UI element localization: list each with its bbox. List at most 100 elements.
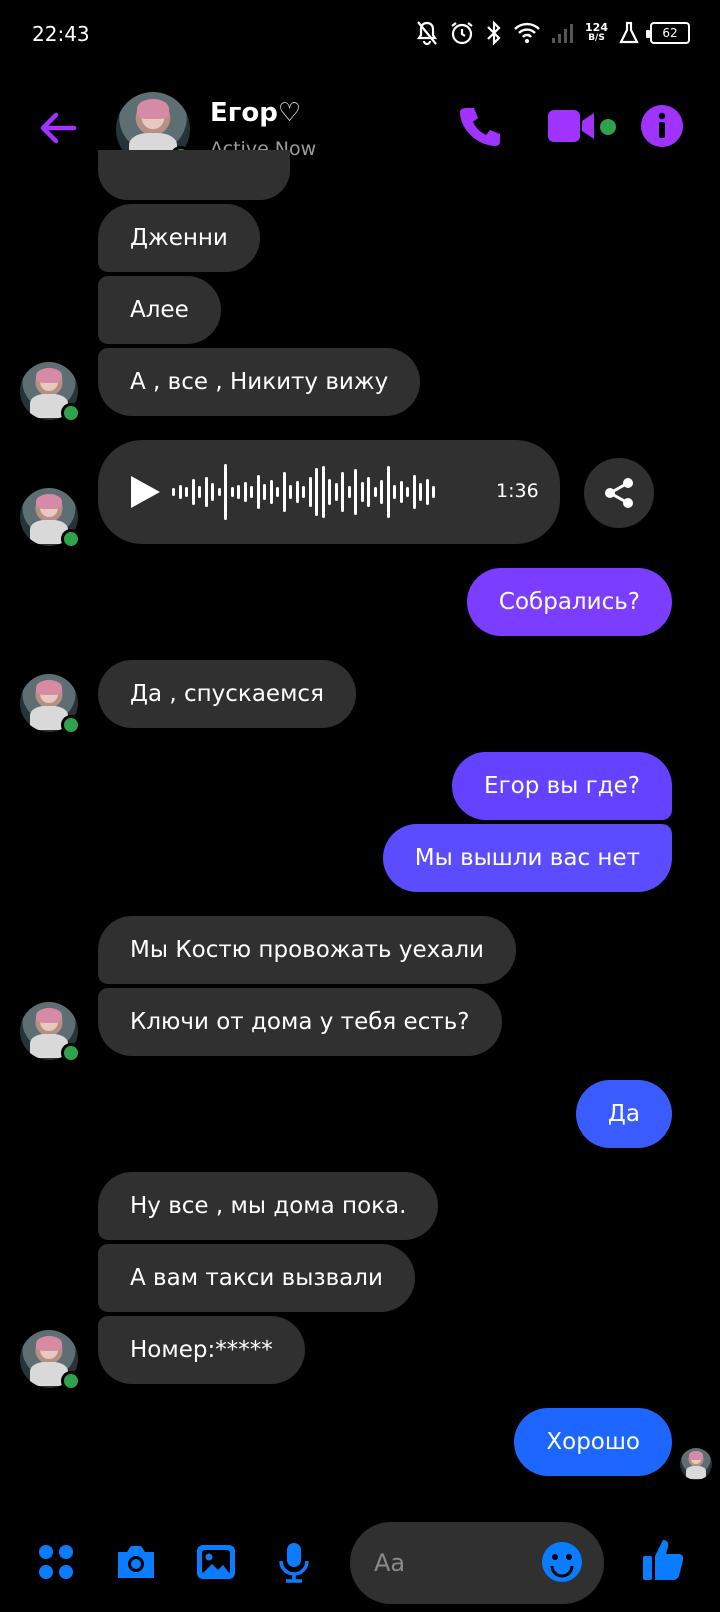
sender-avatar[interactable] bbox=[20, 1002, 81, 1063]
waveform-bar bbox=[406, 487, 409, 497]
waveform-bar bbox=[224, 464, 227, 520]
voice-waveform bbox=[172, 462, 482, 522]
message-outgoing[interactable]: Да bbox=[575, 1080, 672, 1148]
avatar-image bbox=[680, 1448, 712, 1480]
online-indicator bbox=[61, 1371, 81, 1391]
message-incoming[interactable]: Ключи от дома у тебя есть? bbox=[98, 988, 502, 1056]
apps-button[interactable] bbox=[34, 1540, 78, 1584]
microphone-icon bbox=[279, 1543, 309, 1583]
emoji-icon bbox=[542, 1542, 582, 1582]
message-incoming[interactable]: Дженни bbox=[98, 204, 260, 272]
video-online-dot bbox=[600, 119, 616, 135]
share-button[interactable] bbox=[584, 458, 654, 528]
message-incoming[interactable]: Да , спускаемся bbox=[98, 660, 356, 728]
waveform-bar bbox=[204, 477, 208, 507]
voice-message[interactable]: 1:36 bbox=[98, 440, 560, 544]
message-bubble-partial bbox=[98, 150, 290, 200]
like-button[interactable] bbox=[640, 1536, 688, 1584]
waveform-bar bbox=[295, 481, 299, 503]
waveform-bar bbox=[393, 485, 396, 499]
thumbs-up-icon bbox=[643, 1540, 684, 1580]
status-icons: 124 B/S 62 bbox=[415, 20, 690, 46]
waveform-bar bbox=[256, 475, 260, 509]
waveform-bar bbox=[412, 475, 416, 509]
microphone-button[interactable] bbox=[272, 1540, 316, 1584]
lab-icon bbox=[618, 21, 640, 45]
waveform-bar bbox=[302, 486, 305, 498]
waveform-bar bbox=[237, 485, 240, 499]
sender-avatar[interactable] bbox=[20, 362, 81, 423]
message-outgoing[interactable]: Мы вышли вас нет bbox=[382, 824, 672, 892]
message-outgoing[interactable]: Собрались? bbox=[466, 568, 672, 636]
net-speed: 124 B/S bbox=[585, 22, 608, 44]
waveform-bar bbox=[289, 485, 292, 499]
voice-duration: 1:36 bbox=[496, 480, 539, 502]
video-call-button[interactable] bbox=[546, 106, 598, 146]
status-time: 22:43 bbox=[32, 22, 90, 46]
waveform-bar bbox=[354, 469, 357, 515]
info-icon bbox=[641, 105, 683, 147]
online-indicator bbox=[61, 715, 81, 735]
waveform-bar bbox=[328, 479, 331, 505]
online-indicator bbox=[61, 403, 81, 423]
waveform-bar bbox=[367, 477, 370, 507]
battery-level: 62 bbox=[662, 26, 678, 40]
waveform-bar bbox=[250, 486, 253, 498]
net-speed-unit: B/S bbox=[588, 33, 605, 43]
waveform-bar bbox=[347, 486, 351, 498]
message-outgoing[interactable]: Егор вы где? bbox=[452, 752, 672, 820]
info-button[interactable] bbox=[640, 104, 684, 148]
waveform-bar bbox=[178, 485, 182, 499]
camera-button[interactable] bbox=[114, 1540, 158, 1584]
camera-icon bbox=[118, 1546, 154, 1578]
waveform-bar bbox=[432, 486, 435, 498]
message-incoming[interactable]: Ну все , мы дома пока. bbox=[98, 1172, 439, 1240]
contact-name[interactable]: Егор♡ bbox=[210, 98, 301, 128]
message-incoming[interactable]: А , все , Никиту вижу bbox=[98, 348, 421, 416]
play-button[interactable] bbox=[128, 474, 162, 514]
waveform-bar bbox=[185, 487, 188, 497]
waveform-bar bbox=[217, 488, 221, 496]
message-incoming[interactable]: А вам такси вызвали bbox=[98, 1244, 415, 1312]
seen-receipt-avatar bbox=[680, 1448, 712, 1480]
message-incoming[interactable]: Алее bbox=[98, 276, 221, 344]
waveform-bar bbox=[380, 480, 383, 504]
bluetooth-icon bbox=[485, 20, 503, 46]
share-icon bbox=[605, 478, 633, 508]
waveform-bar bbox=[373, 487, 377, 497]
waveform-bar bbox=[230, 487, 234, 497]
alarm-icon bbox=[449, 20, 475, 46]
waveform-bar bbox=[321, 466, 325, 518]
waveform-bar bbox=[315, 468, 318, 516]
message-outgoing[interactable]: Хорошо bbox=[514, 1408, 672, 1476]
waveform-bar bbox=[211, 483, 214, 501]
message-composer bbox=[0, 1520, 720, 1612]
online-indicator bbox=[61, 529, 81, 549]
gallery-button[interactable] bbox=[194, 1540, 238, 1584]
message-incoming[interactable]: Номер:***** bbox=[98, 1316, 305, 1384]
waveform-bar bbox=[419, 483, 422, 501]
message-incoming[interactable]: Мы Костю провожать уехали bbox=[98, 916, 516, 984]
waveform-bar bbox=[399, 481, 403, 503]
waveform-bar bbox=[308, 477, 312, 507]
waveform-bar bbox=[334, 483, 338, 501]
bell-off-icon bbox=[415, 20, 439, 46]
sender-avatar[interactable] bbox=[20, 488, 81, 549]
sender-avatar[interactable] bbox=[20, 674, 81, 735]
waveform-bar bbox=[243, 482, 247, 502]
wifi-icon bbox=[513, 21, 541, 45]
emoji-button[interactable] bbox=[540, 1540, 584, 1584]
net-speed-value: 124 bbox=[585, 21, 608, 34]
video-camera-icon bbox=[548, 110, 594, 142]
waveform-bar bbox=[263, 484, 266, 500]
waveform-bar bbox=[191, 479, 195, 505]
back-arrow-icon bbox=[40, 112, 77, 144]
audio-call-button[interactable] bbox=[456, 102, 504, 150]
waveform-bar bbox=[198, 486, 201, 498]
sender-avatar[interactable] bbox=[20, 1330, 81, 1391]
back-button[interactable] bbox=[34, 104, 82, 152]
waveform-bar bbox=[276, 487, 279, 497]
waveform-bar bbox=[269, 480, 273, 504]
phone-icon bbox=[460, 108, 500, 146]
waveform-bar bbox=[386, 466, 390, 518]
